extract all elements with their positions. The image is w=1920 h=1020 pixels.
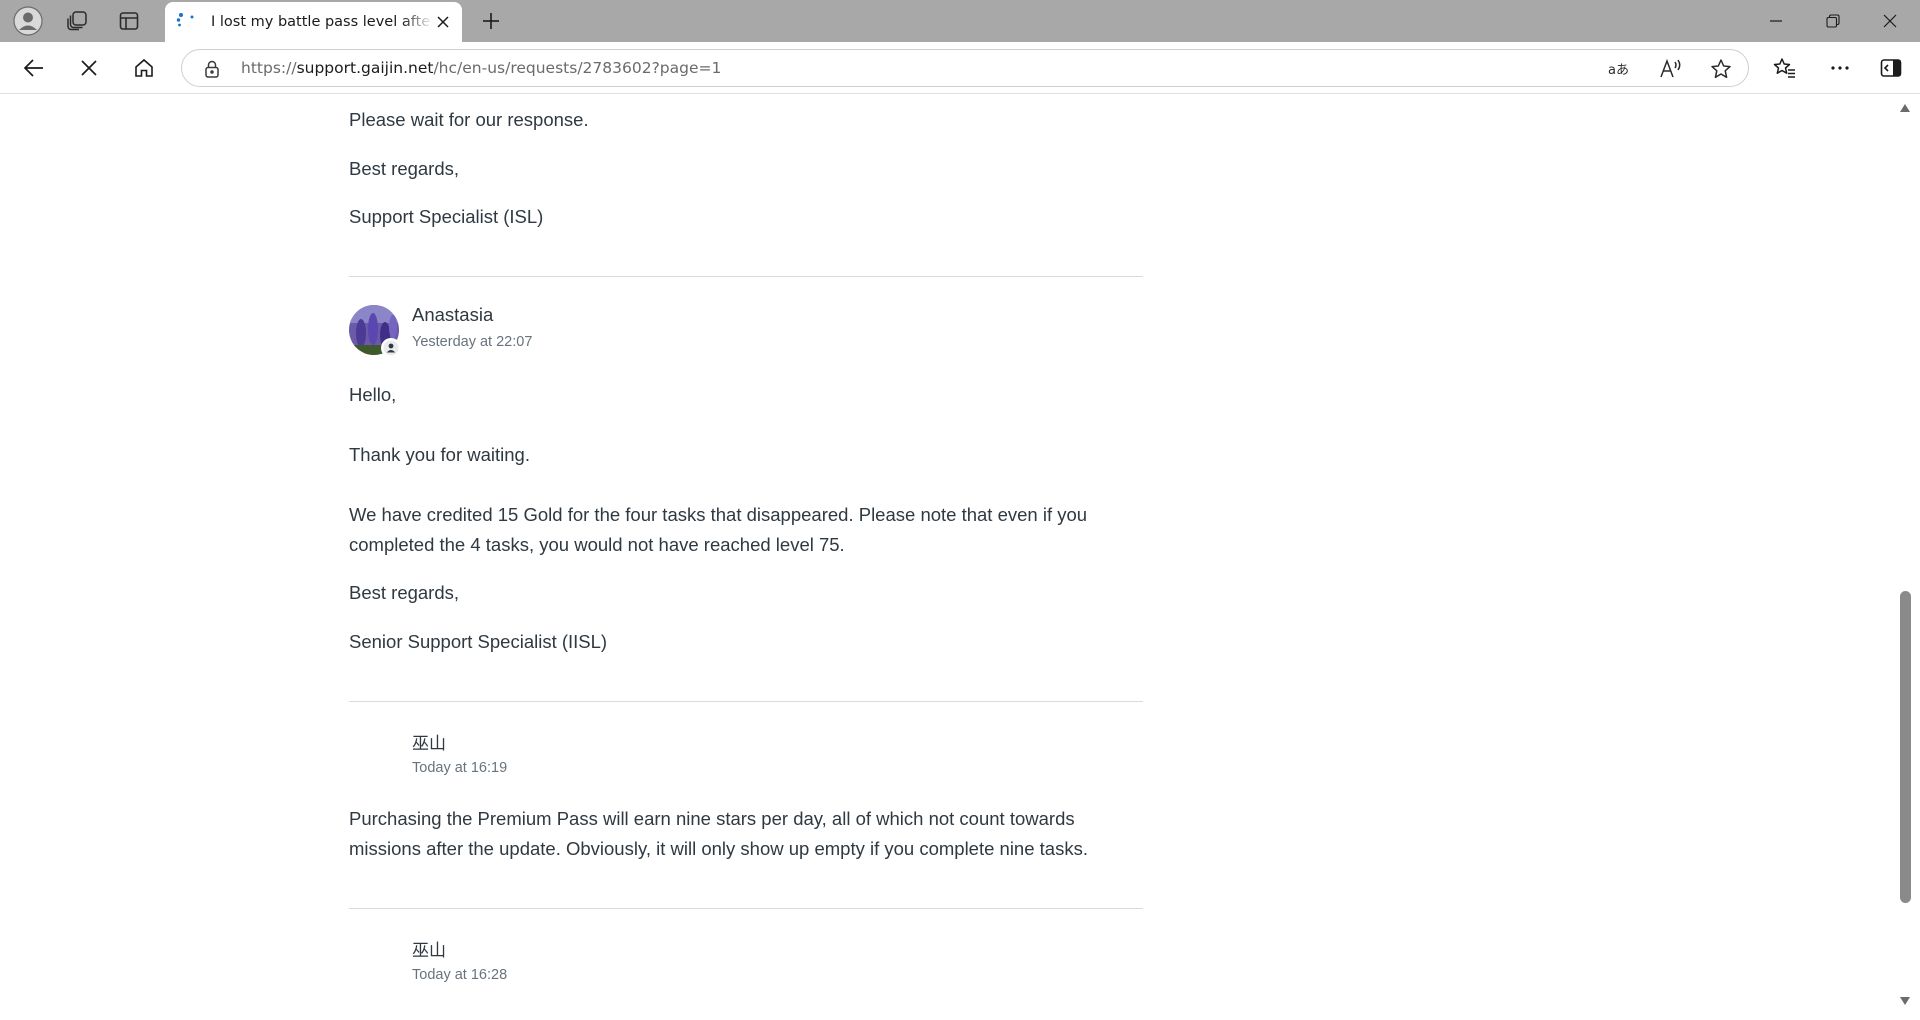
comment-text: Best regards, <box>349 158 460 179</box>
stop-icon <box>81 60 97 76</box>
person-icon <box>383 340 399 356</box>
stop-button[interactable] <box>71 50 107 86</box>
url-path: /hc/en-us/requests/2783602?page=1 <box>433 59 722 77</box>
favorite-button[interactable] <box>1709 57 1733 81</box>
url-text[interactable]: https://support.gaijin.net/hc/en-us/requ… <box>241 59 721 77</box>
comment-signature: Support Specialist (ISL) <box>349 206 544 227</box>
address-bar[interactable]: https://support.gaijin.net/hc/en-us/requ… <box>181 49 1749 87</box>
comment-author[interactable]: 巫山 <box>412 936 446 961</box>
restore-icon <box>1826 14 1840 28</box>
workspaces-icon <box>67 11 87 31</box>
caret-down-icon <box>1900 997 1910 1005</box>
comment-timestamp: Today at 16:19 <box>412 760 508 776</box>
loading-spinner-icon <box>175 11 197 33</box>
comment-divider <box>349 908 1143 909</box>
comment-text: Thank you for waiting. <box>349 444 530 465</box>
favorites-icon <box>1773 58 1795 78</box>
more-button[interactable] <box>1822 50 1858 86</box>
comment-divider <box>349 701 1143 702</box>
comment-divider <box>349 276 1143 277</box>
back-button[interactable] <box>16 50 52 86</box>
sidebar-button[interactable] <box>1873 50 1909 86</box>
comment-author[interactable]: 巫山 <box>412 729 446 754</box>
new-tab-button[interactable] <box>474 4 508 38</box>
close-tab-button[interactable] <box>432 11 454 33</box>
close-icon <box>437 16 449 28</box>
tab-title: I lost my battle pass level after last u… <box>211 14 433 30</box>
minimize-icon <box>1770 20 1782 22</box>
read-aloud-icon <box>1660 58 1681 78</box>
agent-badge <box>381 338 401 358</box>
read-aloud-button[interactable] <box>1659 57 1683 81</box>
comment-text: Purchasing the Premium Pass will earn ni… <box>349 808 1088 859</box>
url-scheme: https:// <box>241 59 297 77</box>
vertical-tabs-icon <box>119 12 139 30</box>
translate-icon: a あ <box>1608 63 1629 78</box>
favorites-button[interactable] <box>1767 50 1803 86</box>
site-info-button[interactable] <box>202 59 222 79</box>
comment-signature: Senior Support Specialist (IISL) <box>349 631 608 652</box>
active-tab[interactable]: I lost my battle pass level after last u… <box>165 2 462 42</box>
back-arrow-icon <box>23 59 43 77</box>
comment-timestamp: Today at 16:28 <box>412 967 508 983</box>
plus-icon <box>483 13 499 29</box>
comment-author[interactable]: Anastasia <box>412 304 493 326</box>
comment-text: Best regards, <box>349 582 460 603</box>
scroll-down-button[interactable] <box>1899 993 1911 1011</box>
comment-timestamp: Yesterday at 22:07 <box>412 334 533 350</box>
url-host: support.gaijin.net <box>296 59 434 77</box>
close-window-button[interactable] <box>1862 0 1918 42</box>
minimize-button[interactable] <box>1748 0 1804 42</box>
svg-text:a: a <box>1608 63 1616 78</box>
home-button[interactable] <box>126 50 162 86</box>
scroll-up-button[interactable] <box>1899 100 1911 118</box>
more-icon <box>1831 66 1849 70</box>
restore-button[interactable] <box>1805 0 1861 42</box>
browser-toolbar: https://support.gaijin.net/hc/en-us/requ… <box>0 42 1920 94</box>
close-icon <box>1883 14 1897 28</box>
comment-text: We have credited 15 Gold for the four ta… <box>349 504 1088 555</box>
svg-text:あ: あ <box>1616 63 1629 78</box>
sidebar-icon <box>1880 59 1902 77</box>
star-icon <box>1711 59 1731 79</box>
tab-strip: I lost my battle pass level after last u… <box>0 0 1920 42</box>
workspaces-button[interactable] <box>57 4 97 38</box>
profile-button[interactable] <box>8 4 48 38</box>
translate-button[interactable]: a あ <box>1608 57 1632 81</box>
comment-text: Hello, <box>349 384 397 405</box>
tab-actions-button[interactable] <box>109 4 149 38</box>
caret-up-icon <box>1900 104 1910 112</box>
lock-icon <box>205 60 219 78</box>
home-icon <box>135 58 153 77</box>
scrollbar-thumb[interactable] <box>1900 591 1911 903</box>
profile-icon <box>13 6 43 36</box>
comment-text: Please wait for our response. <box>349 109 589 130</box>
